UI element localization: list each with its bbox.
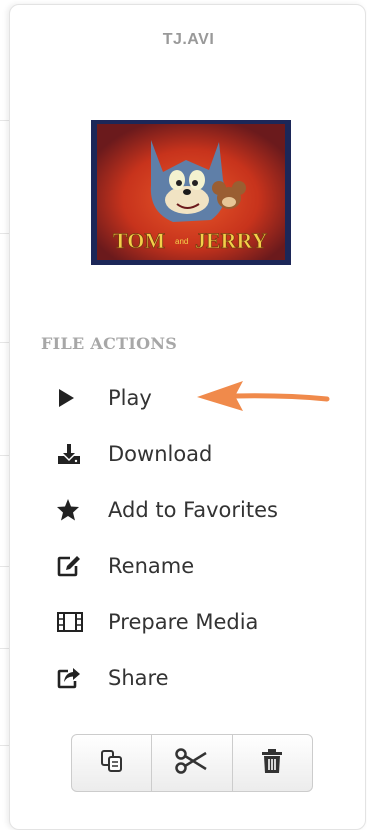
cut-icon	[175, 748, 209, 778]
delete-button[interactable]	[233, 735, 312, 791]
copy-icon	[99, 748, 125, 778]
rename-action[interactable]: Rename	[56, 546, 194, 586]
prepare-media-action[interactable]: Prepare Media	[56, 602, 258, 642]
star-icon	[56, 497, 90, 523]
annotation-arrow-icon	[197, 381, 330, 411]
play-action[interactable]: Play	[56, 378, 152, 418]
svg-text:TOM: TOM	[113, 228, 165, 253]
rename-label: Rename	[108, 554, 195, 578]
share-label: Share	[108, 666, 169, 690]
download-label: Download	[108, 442, 213, 466]
file-name-title: TJ.AVI	[162, 31, 215, 48]
play-icon	[56, 385, 90, 411]
prepare-media-label: Prepare Media	[108, 610, 259, 634]
video-thumbnail: TOM and JERRY	[91, 120, 291, 265]
copy-button[interactable]	[72, 735, 153, 791]
film-icon	[56, 609, 90, 635]
svg-text:JERRY: JERRY	[195, 228, 268, 253]
edit-icon	[56, 553, 90, 579]
file-actions-heading: FILE ACTIONS	[41, 334, 178, 353]
share-action[interactable]: Share	[56, 658, 169, 698]
file-details-panel: TJ.AVI TOM and JERRY FILE ACTIONS Play D…	[9, 4, 366, 830]
svg-text:and: and	[175, 237, 188, 246]
play-label: Play	[108, 386, 152, 410]
download-action[interactable]: Download	[56, 434, 212, 474]
cut-button[interactable]	[152, 735, 233, 791]
download-icon	[56, 441, 90, 467]
add-to-favorites-label: Add to Favorites	[108, 498, 278, 522]
share-icon	[56, 665, 90, 691]
file-operations-toolbar	[71, 734, 313, 792]
trash-icon	[261, 748, 283, 778]
add-to-favorites-action[interactable]: Add to Favorites	[56, 490, 278, 530]
thumbnail-image: TOM and JERRY	[97, 124, 285, 260]
